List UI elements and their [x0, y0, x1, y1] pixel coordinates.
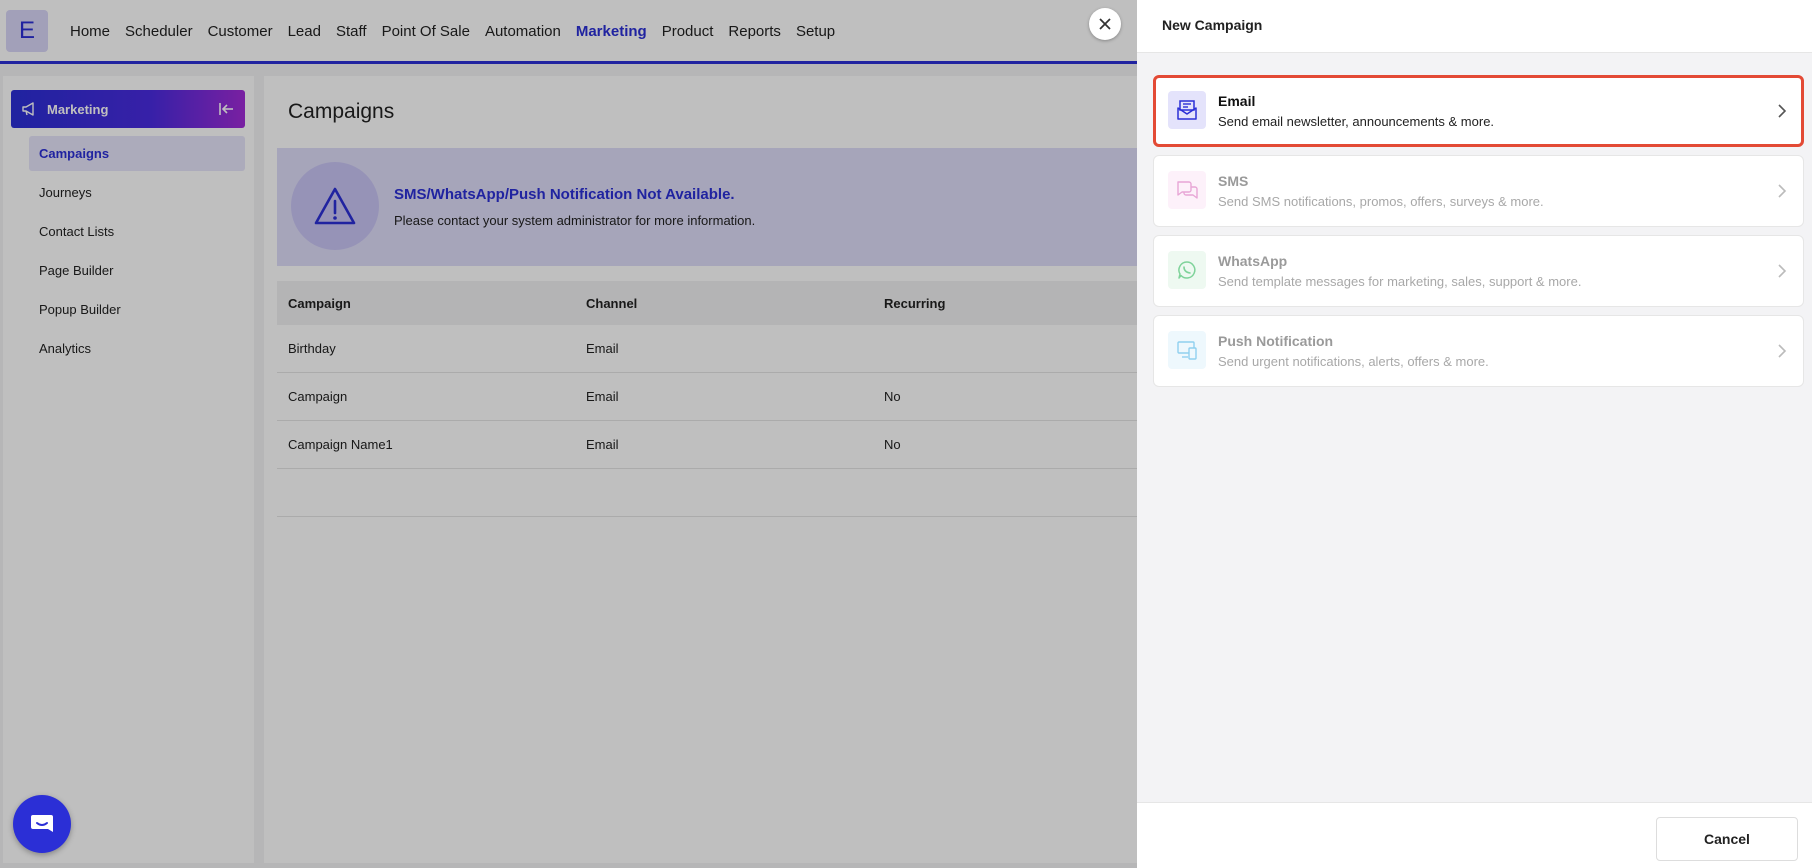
channel-option-email[interactable]: Email Send email newsletter, announcemen…: [1153, 75, 1804, 147]
option-title: SMS: [1218, 173, 1249, 189]
channel-options: Email Send email newsletter, announcemen…: [1153, 75, 1804, 395]
channel-option-push-notification[interactable]: Push Notification Send urgent notificati…: [1153, 315, 1804, 387]
whatsapp-icon: [1168, 251, 1206, 289]
option-title: WhatsApp: [1218, 253, 1288, 269]
drawer-title: New Campaign: [1162, 17, 1263, 33]
close-drawer-button[interactable]: [1089, 8, 1121, 40]
drawer-header: New Campaign: [1137, 0, 1812, 53]
option-description: Send email newsletter, announcements & m…: [1218, 114, 1495, 129]
chat-support-button[interactable]: [13, 795, 71, 853]
option-title: Push Notification: [1218, 333, 1334, 349]
channel-option-sms[interactable]: SMS Send SMS notifications, promos, offe…: [1153, 155, 1804, 227]
devices-icon: [1168, 331, 1206, 369]
option-title: Email: [1218, 93, 1256, 109]
new-campaign-drawer: New Campaign Email Send email newsletter…: [1137, 0, 1812, 868]
option-description: Send SMS notifications, promos, offers, …: [1218, 194, 1544, 209]
chat-icon: [31, 815, 53, 832]
option-description: Send template messages for marketing, sa…: [1218, 274, 1582, 289]
option-description: Send urgent notifications, alerts, offer…: [1218, 354, 1489, 369]
chevron-right-icon: [1778, 104, 1787, 118]
close-icon: [1099, 18, 1111, 30]
chevron-right-icon: [1778, 184, 1787, 198]
drawer-footer: Cancel: [1137, 802, 1812, 868]
chevron-right-icon: [1778, 264, 1787, 278]
cancel-button[interactable]: Cancel: [1656, 817, 1798, 861]
chat-bubbles-icon: [1168, 171, 1206, 209]
channel-option-whatsapp[interactable]: WhatsApp Send template messages for mark…: [1153, 235, 1804, 307]
chevron-right-icon: [1778, 344, 1787, 358]
email-icon: [1168, 91, 1206, 129]
